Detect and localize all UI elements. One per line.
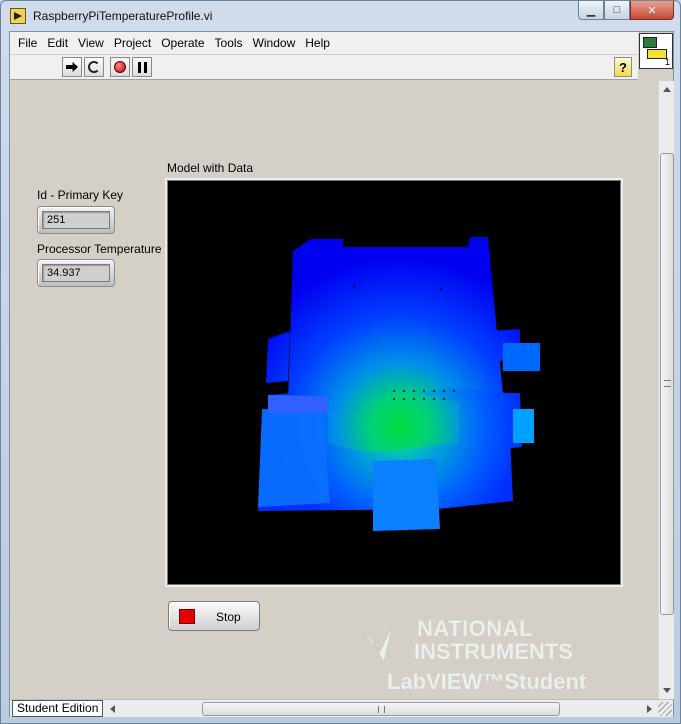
resize-grip-icon[interactable] — [658, 702, 672, 716]
scroll-up-arrow-icon[interactable] — [663, 87, 671, 92]
pause-button[interactable] — [132, 57, 152, 77]
primary-key-indicator: 251 — [37, 206, 115, 234]
vertical-scrollbar[interactable] — [658, 81, 674, 699]
watermark-instruments: INSTRUMENTS — [414, 639, 573, 664]
hscroll-grip-icon — [378, 706, 385, 713]
scroll-right-arrow-icon[interactable] — [647, 705, 652, 713]
horizontal-scroll-thumb[interactable] — [202, 702, 560, 716]
primary-key-label: Id - Primary Key — [37, 188, 124, 202]
run-button[interactable] — [62, 57, 82, 77]
model-processor-core — [328, 391, 460, 453]
status-bar: Student Edition — [10, 699, 673, 717]
menu-operate[interactable]: Operate — [156, 33, 209, 53]
abort-button[interactable] — [110, 57, 130, 77]
run-arrow-icon — [66, 62, 78, 72]
menu-project[interactable]: Project — [109, 33, 156, 53]
menu-window[interactable]: Window — [248, 33, 301, 53]
model-ethernet-plug — [503, 343, 540, 371]
minimize-button[interactable]: ▁ — [578, 1, 604, 20]
toolbar: ? — [10, 55, 638, 80]
model-left-connector — [266, 331, 290, 383]
run-continuously-icon — [88, 61, 100, 73]
model-usb-plug — [513, 409, 534, 443]
run-continuously-button[interactable] — [84, 57, 104, 77]
menu-file[interactable]: File — [13, 33, 42, 53]
temperature-label: Processor Temperature — [37, 242, 162, 256]
menu-tools[interactable]: Tools — [210, 33, 248, 53]
primary-key-value: 251 — [42, 211, 110, 229]
close-button[interactable]: ✕ — [630, 1, 674, 20]
model-gpio-block — [258, 409, 330, 507]
stop-button[interactable]: Stop — [168, 601, 260, 631]
student-edition-badge: Student Edition — [12, 700, 104, 717]
horizontal-scrollbar[interactable] — [106, 701, 656, 717]
labview-vi-icon — [10, 8, 26, 24]
context-help-button[interactable]: ? — [614, 57, 632, 77]
model-board-top — [288, 237, 503, 403]
scroll-grip-icon — [664, 380, 671, 387]
ni-eagle-logo-icon — [362, 626, 392, 663]
3d-model-display[interactable] — [167, 180, 621, 585]
model-bottom-connector — [373, 459, 440, 531]
maximize-button[interactable]: □ — [604, 1, 630, 20]
vertical-scroll-thumb[interactable] — [660, 153, 674, 615]
stop-led-icon — [179, 609, 195, 624]
menu-help[interactable]: Help — [300, 33, 335, 53]
vi-connector-icon[interactable]: 1 — [639, 33, 673, 69]
model-label: Model with Data — [167, 161, 254, 175]
labview-window: RaspberryPiTemperatureProfile.vi ▁ □ ✕ F… — [0, 0, 681, 724]
model-gpio-top — [268, 395, 328, 413]
vi-icon-number: 1 — [664, 57, 670, 67]
pause-icon — [137, 61, 147, 73]
watermark-labview-student: LabVIEW™Student Edition — [387, 669, 587, 699]
vi-front-panel-window: File Edit View Project Operate Tools Win… — [9, 31, 674, 717]
title-bar[interactable]: RaspberryPiTemperatureProfile.vi ▁ □ ✕ — [1, 1, 680, 31]
window-title: RaspberryPiTemperatureProfile.vi — [33, 9, 213, 23]
scroll-left-arrow-icon[interactable] — [110, 705, 115, 713]
window-controls: ▁ □ ✕ — [578, 1, 674, 21]
front-panel: Id - Primary Key 251 Processor Temperatu… — [10, 81, 658, 699]
vi-icon-graph — [643, 37, 657, 48]
abort-icon — [114, 61, 126, 73]
menu-bar: File Edit View Project Operate Tools Win… — [10, 32, 638, 54]
temperature-value: 34.937 — [42, 264, 110, 282]
stop-label: Stop — [216, 610, 241, 624]
menu-view[interactable]: View — [73, 33, 109, 53]
scroll-down-arrow-icon[interactable] — [663, 688, 671, 693]
menu-edit[interactable]: Edit — [42, 33, 73, 53]
temperature-model-render — [258, 237, 540, 531]
temperature-indicator: 34.937 — [37, 259, 115, 287]
